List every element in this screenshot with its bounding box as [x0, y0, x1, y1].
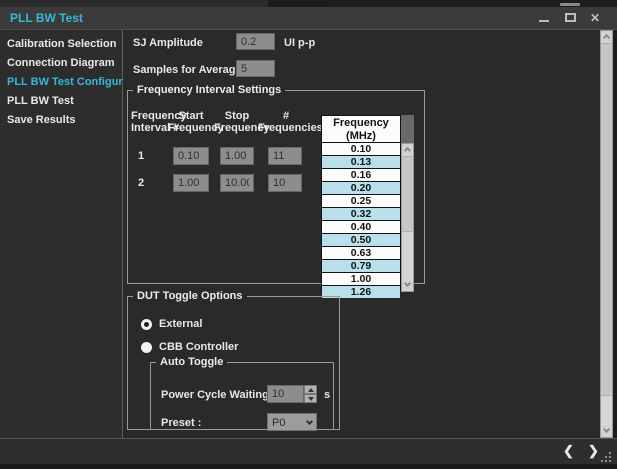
sidebar-item-save-results[interactable]: Save Results: [0, 111, 122, 130]
power-cycle-waiting-input[interactable]: [267, 385, 304, 403]
table-scroll-down-button[interactable]: [402, 279, 413, 291]
frequency-cell[interactable]: 0.79: [322, 260, 400, 273]
sidebar: Calibration Selection Connection Diagram…: [0, 30, 123, 438]
sidebar-item-pll-bw-test-configuration[interactable]: PLL BW Test Configuration: [0, 73, 122, 92]
preset-label: Preset :: [161, 417, 201, 429]
main-panel: SJ Amplitude UI p-p Samples for Averagin…: [123, 30, 600, 438]
dock-tab[interactable]: [268, 0, 328, 7]
table-scroll-thumb[interactable]: [402, 156, 413, 232]
frequency-cell[interactable]: 1.00: [322, 273, 400, 286]
spinner-up-button[interactable]: [304, 385, 317, 394]
footer-bar: ❮ ❯: [0, 438, 617, 464]
interval-2-number: 2: [138, 177, 144, 189]
page-scroll-down-button[interactable]: [601, 425, 612, 437]
dock-tab-handle-icon: [560, 3, 580, 6]
frequency-cell[interactable]: 0.32: [322, 208, 400, 221]
sidebar-item-pll-bw-test[interactable]: PLL BW Test: [0, 92, 122, 111]
frequency-cell[interactable]: 0.13: [322, 156, 400, 169]
page-scrollbar[interactable]: [600, 30, 613, 438]
power-cycle-waiting-label: Power Cycle Waiting :: [161, 389, 276, 401]
interval-1-start-input[interactable]: [173, 147, 209, 165]
interval-2-count-input[interactable]: [268, 174, 302, 192]
page-scroll-thumb[interactable]: [601, 43, 612, 396]
frequency-cell[interactable]: 0.16: [322, 169, 400, 182]
sidebar-item-calibration-selection[interactable]: Calibration Selection: [0, 35, 122, 54]
sj-amplitude-label: SJ Amplitude: [133, 37, 203, 49]
dut-toggle-options-title: DUT Toggle Options: [133, 290, 247, 302]
sj-amplitude-unit: UI p-p: [284, 37, 315, 49]
previous-page-button[interactable]: ❮: [563, 443, 574, 459]
resize-grip[interactable]: [601, 452, 613, 464]
table-scroll-up-button[interactable]: [402, 144, 413, 156]
frequency-table-rows: 0.10 0.13 0.16 0.20 0.25 0.32 0.40 0.50 …: [321, 143, 401, 292]
chevron-down-icon: [306, 418, 313, 425]
samples-for-averaging-input[interactable]: [236, 60, 275, 77]
minimize-button[interactable]: [534, 7, 554, 29]
column-header-stop-frequency: Stop Frequency: [214, 110, 260, 134]
window-title: PLL BW Test: [10, 11, 83, 25]
cbb-controller-radio-label[interactable]: CBB Controller: [159, 341, 238, 353]
next-page-button[interactable]: ❯: [588, 443, 599, 459]
chevron-up-icon: [603, 34, 610, 41]
dut-toggle-options-group: DUT Toggle Options External CBB Controll…: [127, 290, 340, 430]
power-cycle-waiting-unit: s: [324, 389, 330, 401]
frequency-table-scrollbar[interactable]: [401, 143, 414, 292]
minimize-icon: [539, 20, 549, 22]
sj-amplitude-input[interactable]: [236, 33, 275, 50]
cbb-controller-radio[interactable]: [141, 342, 152, 353]
frequency-cell[interactable]: 0.40: [322, 221, 400, 234]
close-icon: ✕: [590, 11, 600, 25]
external-radio[interactable]: [141, 319, 152, 330]
sidebar-item-connection-diagram[interactable]: Connection Diagram: [0, 54, 122, 73]
column-header-num-frequencies: # Frequencies: [258, 110, 314, 134]
spinner-down-button[interactable]: [304, 394, 317, 403]
frequency-cell[interactable]: 0.50: [322, 234, 400, 247]
top-strip-segment: [0, 0, 268, 7]
column-header-start-frequency: Start Frequency: [168, 110, 214, 134]
interval-2-start-input[interactable]: [173, 174, 209, 192]
frequency-cell[interactable]: 0.63: [322, 247, 400, 260]
frequency-cell[interactable]: 0.25: [322, 195, 400, 208]
frequency-interval-settings-title: Frequency Interval Settings: [133, 84, 285, 96]
maximize-button[interactable]: [560, 7, 580, 29]
interval-1-count-input[interactable]: [268, 147, 302, 165]
chevron-up-icon: [404, 147, 411, 154]
preset-selected-value: P0: [272, 417, 285, 429]
screen-top-strip: [0, 0, 617, 7]
chevron-down-icon: [404, 280, 411, 287]
auto-toggle-group: Auto Toggle Power Cycle Waiting : s Pres…: [150, 356, 334, 430]
auto-toggle-title: Auto Toggle: [156, 356, 227, 368]
external-radio-label[interactable]: External: [159, 318, 202, 330]
power-cycle-waiting-spinner: [267, 385, 317, 403]
close-button[interactable]: ✕: [586, 7, 606, 29]
frequency-cell[interactable]: 0.20: [322, 182, 400, 195]
samples-for-averaging-label: Samples for Averaging: [133, 64, 252, 76]
frequency-table-header: Frequency (MHz): [321, 115, 401, 143]
frequency-table-header-filler: [401, 115, 414, 143]
window-bottom-edge: [0, 464, 617, 469]
maximize-icon: [565, 13, 576, 22]
interval-1-stop-input[interactable]: [220, 147, 254, 165]
interval-2-stop-input[interactable]: [220, 174, 254, 192]
preset-select[interactable]: P0: [267, 413, 317, 431]
interval-1-number: 1: [138, 150, 144, 162]
frequency-cell[interactable]: 0.10: [322, 143, 400, 156]
frequency-table: Frequency (MHz) 0.10 0.13 0.16 0.20 0.25…: [321, 115, 414, 292]
chevron-down-icon: [603, 426, 610, 433]
title-bar: PLL BW Test ✕: [0, 7, 617, 30]
frequency-interval-settings-group: Frequency Interval Settings Frequency In…: [127, 84, 425, 284]
page-scroll-up-button[interactable]: [601, 31, 612, 43]
